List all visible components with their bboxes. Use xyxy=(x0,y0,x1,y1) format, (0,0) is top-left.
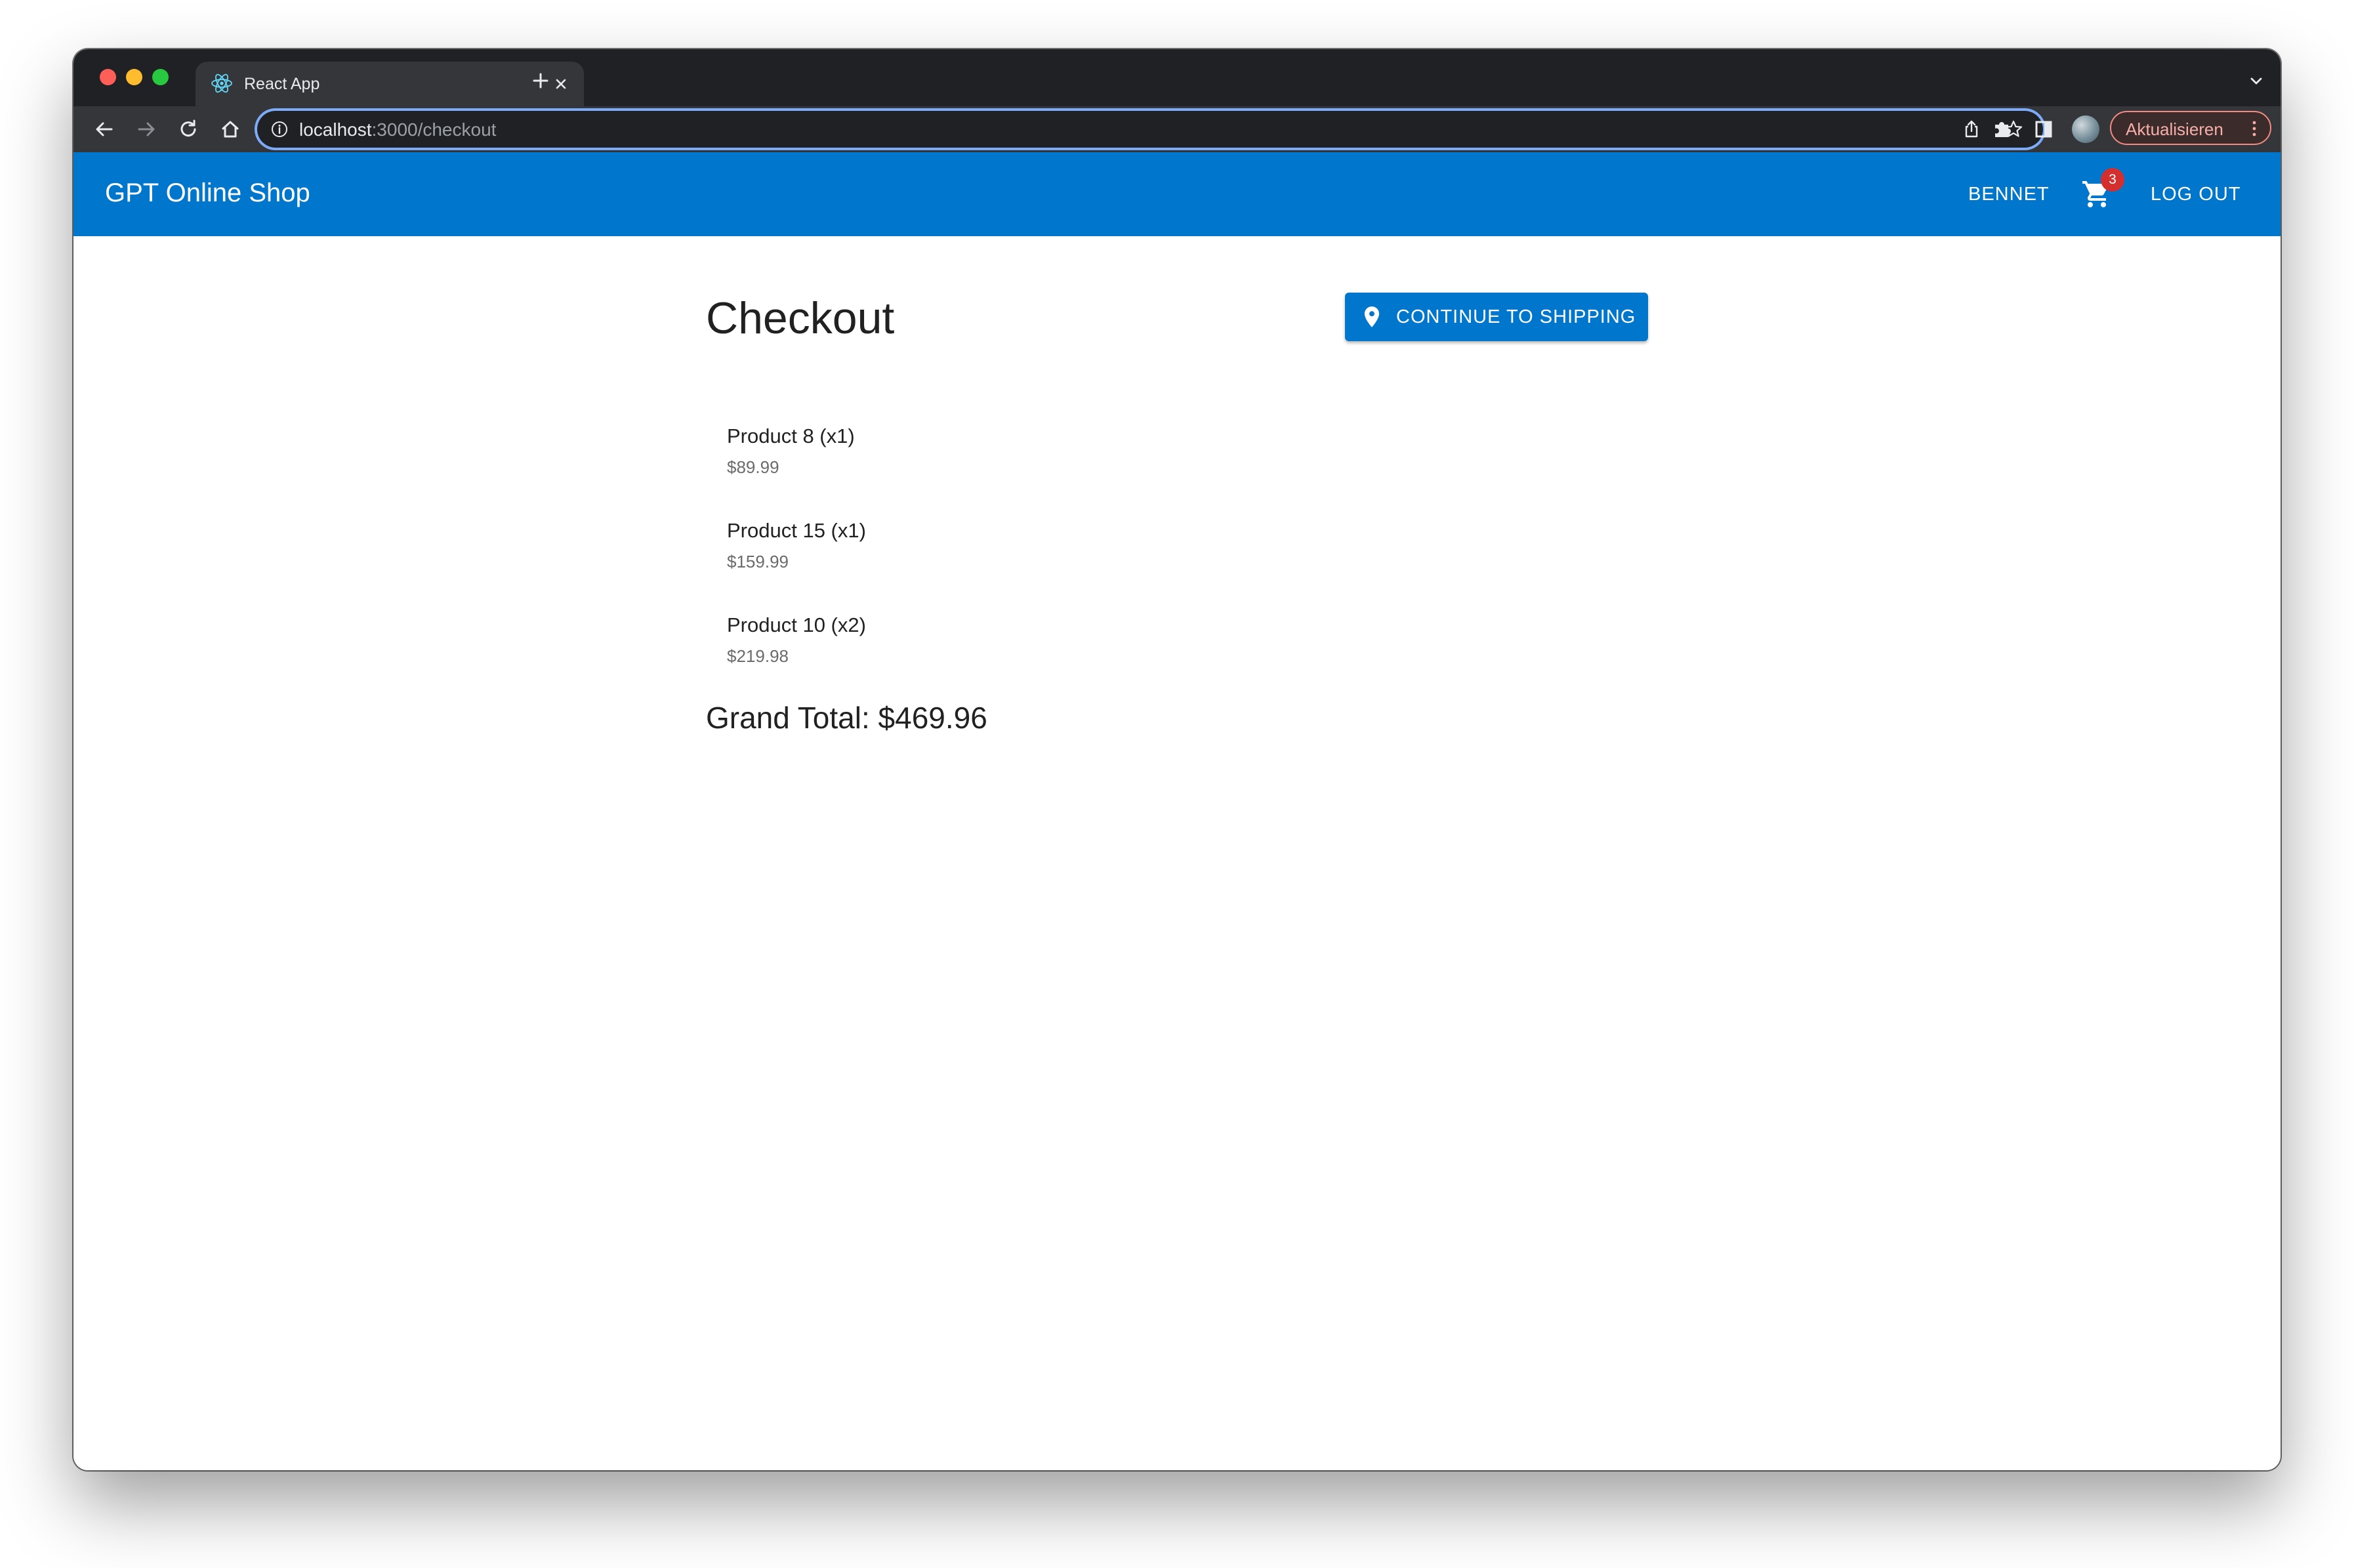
continue-to-shipping-button[interactable]: CONTINUE TO SHIPPING xyxy=(1345,293,1648,341)
brand-title[interactable]: GPT Online Shop xyxy=(105,178,310,208)
item-price: $159.99 xyxy=(727,552,789,571)
address-bar[interactable]: localhost:3000/checkout xyxy=(257,111,2043,148)
checkout-page: Checkout CONTINUE TO SHIPPING Product 8 … xyxy=(73,236,2281,1470)
update-button[interactable]: Aktualisieren xyxy=(2110,111,2271,145)
home-icon[interactable] xyxy=(217,115,244,143)
plus-icon[interactable] xyxy=(526,66,555,95)
share-icon[interactable] xyxy=(1960,118,1983,140)
minimize-window-button[interactable] xyxy=(126,69,142,85)
tab-strip: React App xyxy=(73,49,2281,106)
continue-label: CONTINUE TO SHIPPING xyxy=(1396,306,1636,327)
location-pin-icon xyxy=(1364,306,1380,327)
side-panel-icon[interactable] xyxy=(2030,115,2057,143)
url-host: localhost xyxy=(299,119,372,140)
close-window-button[interactable] xyxy=(100,69,116,85)
user-button[interactable]: BENNET xyxy=(1968,184,2050,205)
more-vertical-icon[interactable] xyxy=(2248,119,2261,138)
react-icon xyxy=(211,73,232,93)
list-item: Product 10 (x2) $219.98 xyxy=(727,613,866,667)
info-icon[interactable] xyxy=(270,120,289,138)
item-name: Product 8 (x1) xyxy=(727,424,855,447)
browser-toolbar: localhost:3000/checkout Aktualisieren xyxy=(73,106,2281,152)
url-text: localhost:3000/checkout xyxy=(299,119,496,140)
url-path: :3000/checkout xyxy=(371,119,497,140)
tab-title: React App xyxy=(244,75,320,93)
list-item: Product 15 (x1) $159.99 xyxy=(727,519,866,572)
app-bar: GPT Online Shop BENNET 3 LOG OUT xyxy=(73,152,2281,236)
forward-arrow-icon[interactable] xyxy=(133,115,160,143)
cart-count-badge: 3 xyxy=(2101,168,2124,192)
back-arrow-icon[interactable] xyxy=(91,115,118,143)
maximize-window-button[interactable] xyxy=(152,69,169,85)
update-label: Aktualisieren xyxy=(2126,119,2223,139)
page-title: Checkout xyxy=(706,293,895,343)
list-item: Product 8 (x1) $89.99 xyxy=(727,424,855,478)
item-name: Product 15 (x1) xyxy=(727,519,866,542)
item-price: $89.99 xyxy=(727,457,779,477)
extensions-puzzle-icon[interactable] xyxy=(1988,115,2015,143)
item-price: $219.98 xyxy=(727,646,789,666)
item-name: Product 10 (x2) xyxy=(727,613,866,636)
grand-total: Grand Total: $469.96 xyxy=(706,701,987,735)
chevron-down-icon[interactable] xyxy=(2246,72,2266,91)
profile-avatar[interactable] xyxy=(2072,115,2099,143)
reload-icon[interactable] xyxy=(175,115,202,143)
browser-window: React App localhost:3000/checkout Aktual… xyxy=(73,49,2281,1470)
logout-button[interactable]: LOG OUT xyxy=(2151,184,2241,205)
